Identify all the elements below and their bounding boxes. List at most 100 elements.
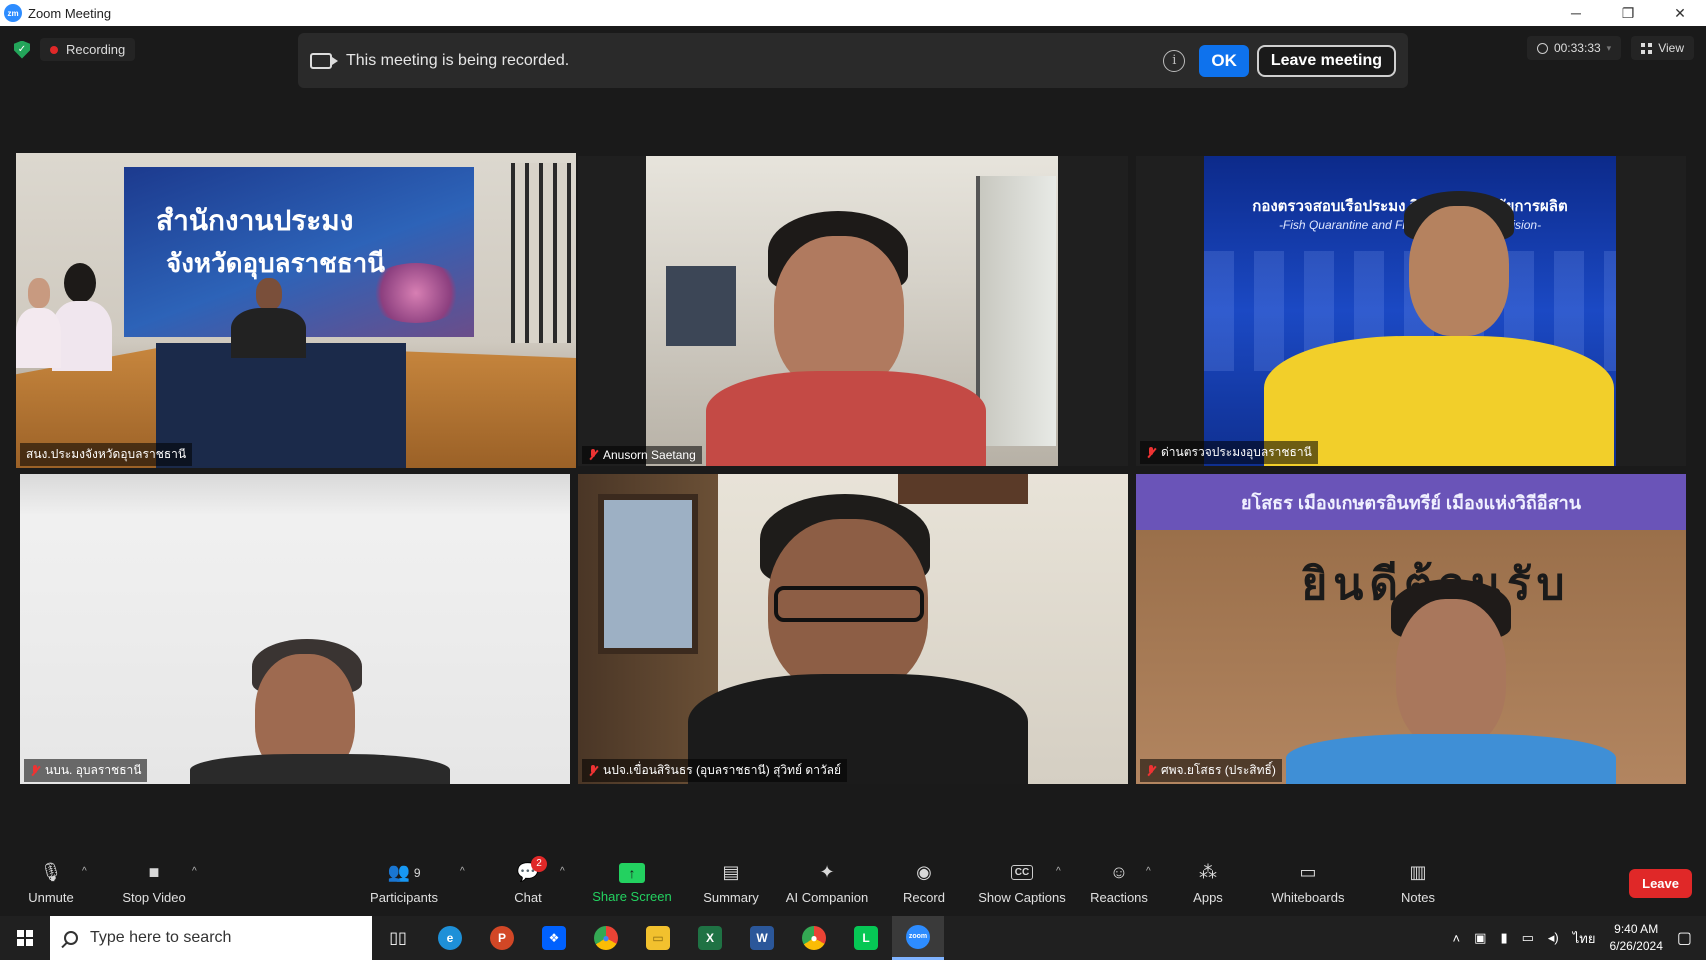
clock-date: 6/26/2024 — [1609, 939, 1663, 953]
participants-icon: 👥 9 — [387, 862, 421, 882]
grid-icon — [1641, 42, 1653, 54]
video-tile[interactable]: ยโสธร เมืองเกษตรอินทรีย์ เมืองแห่งวิถีอี… — [1136, 474, 1686, 784]
recording-notice-text: This meeting is being recorded. — [346, 51, 570, 69]
taskbar-app-dropbox[interactable]: ❖ — [528, 916, 580, 960]
whiteboards-button[interactable]: ▭ Whiteboards — [1266, 850, 1350, 916]
taskbar-app-chrome-profile[interactable]: ● — [788, 916, 840, 960]
video-tile[interactable]: นปจ.เขื่อนสิรินธร (อุบลราชธานี) สุวิทย์ … — [578, 474, 1128, 784]
chrome-icon: ● — [594, 926, 618, 950]
reactions-button[interactable]: ☺ Reactions — [1086, 850, 1152, 916]
speaker-icon[interactable]: ◂) — [1548, 930, 1559, 946]
taskbar-search[interactable]: Type here to search — [50, 916, 372, 960]
participant-name: Anusorn Saetang — [603, 448, 696, 462]
chat-bubble-icon: 💬 2 — [515, 855, 547, 884]
video-options-caret[interactable]: ^ — [192, 866, 197, 877]
task-view-icon: ▯▯ — [389, 930, 407, 947]
ai-companion-button[interactable]: ✦ AI Companion — [780, 850, 874, 916]
microphone-tray-icon[interactable]: ▮ — [1500, 930, 1507, 946]
leave-meeting-button[interactable]: Leave meeting — [1256, 44, 1396, 77]
clock-time: 9:40 AM — [1614, 922, 1659, 936]
muted-microphone-icon — [1146, 764, 1156, 777]
info-icon[interactable]: i — [1163, 49, 1186, 72]
unmute-button[interactable]: 🎙 Unmute — [20, 850, 82, 916]
recording-indicator[interactable]: Recording — [40, 38, 136, 61]
system-tray: ˄ ▣ ▮ ▭ ◂) ไทย 9:40 AM 6/26/2024 ▢ — [1453, 916, 1706, 960]
video-tile[interactable]: Anusorn Saetang — [578, 156, 1128, 466]
leave-button[interactable]: Leave — [1629, 869, 1692, 898]
video-camera-icon: ■ — [148, 862, 160, 882]
taskbar-app-word[interactable]: W — [736, 916, 788, 960]
input-language[interactable]: ไทย — [1573, 928, 1596, 949]
taskbar-app-file-explorer[interactable]: ▭ — [632, 916, 684, 960]
share-screen-label: Share Screen — [592, 888, 672, 904]
recording-notice-banner: This meeting is being recorded. i OK Lea… — [298, 33, 1408, 88]
taskbar-clock[interactable]: 9:40 AM 6/26/2024 — [1609, 921, 1662, 955]
taskbar-app-powerpoint[interactable]: P — [476, 916, 528, 960]
whiteboard-icon: ▭ — [1299, 862, 1317, 882]
muted-microphone-icon — [30, 764, 40, 777]
summary-button[interactable]: ▤ Summary — [698, 850, 764, 916]
summary-label: Summary — [703, 889, 759, 905]
stop-video-button[interactable]: ■ Stop Video — [116, 850, 192, 916]
notes-button[interactable]: ▥ Notes — [1396, 850, 1440, 916]
taskbar-app-edge[interactable]: e — [424, 916, 476, 960]
share-screen-button[interactable]: ↑ Share Screen — [588, 850, 676, 916]
taskbar-app-line[interactable]: L — [840, 916, 892, 960]
line-icon: L — [854, 926, 878, 950]
apps-icon: ⁂ — [1199, 862, 1217, 882]
notifications-icon[interactable]: ▢ — [1677, 928, 1692, 948]
participants-options-caret[interactable]: ^ — [460, 866, 465, 877]
start-button[interactable] — [0, 916, 50, 960]
muted-microphone-icon — [588, 764, 598, 777]
participants-button[interactable]: 👥 9 Participants — [364, 850, 444, 916]
reactions-options-caret[interactable]: ^ — [1146, 866, 1151, 877]
powerpoint-icon: P — [490, 926, 514, 950]
close-button[interactable]: ✕ — [1654, 0, 1706, 26]
office-banner-text: สำนักงานประมง — [156, 204, 354, 237]
windows-taskbar: Type here to search ▯▯ e P ❖ ● ▭ X W ● L… — [0, 916, 1706, 960]
show-captions-button[interactable]: CC Show Captions — [974, 850, 1070, 916]
muted-microphone-icon — [588, 449, 598, 461]
audio-options-caret[interactable]: ^ — [82, 866, 87, 877]
video-tile[interactable]: กองตรวจสอบเรือประมง สินค้า และปัจจัยการผ… — [1136, 156, 1686, 466]
participant-name-label: Anusorn Saetang — [582, 446, 702, 464]
window-controls: ─ ❐ ✕ — [1550, 0, 1706, 26]
task-view-button[interactable]: ▯▯ — [372, 916, 424, 960]
elapsed-time: 00:33:33 — [1553, 41, 1601, 55]
captions-options-caret[interactable]: ^ — [1056, 866, 1061, 877]
ok-button[interactable]: OK — [1199, 44, 1249, 77]
excel-icon: X — [698, 926, 722, 950]
restore-button[interactable]: ❐ — [1602, 0, 1654, 26]
dropbox-icon: ❖ — [542, 926, 566, 950]
minimize-button[interactable]: ─ — [1550, 0, 1602, 26]
apps-button[interactable]: ⁂ Apps — [1188, 850, 1228, 916]
participant-name-label: นบน. อุบลราชธานี — [24, 759, 148, 782]
show-captions-label: Show Captions — [978, 889, 1066, 905]
taskbar-app-chrome[interactable]: ● — [580, 916, 632, 960]
participants-count: 9 — [413, 865, 421, 880]
meeting-toolbar: 🎙 Unmute ^ ■ Stop Video ^ 👥 9 Participant… — [0, 850, 1706, 916]
participant-name: นบน. อุบลราชธานี — [45, 763, 142, 777]
chevron-up-icon[interactable]: ˄ — [1453, 931, 1461, 946]
encryption-shield-icon[interactable]: ✓ — [14, 40, 30, 59]
battery-icon[interactable]: ▭ — [1522, 930, 1534, 946]
video-camera-icon — [310, 52, 338, 69]
chat-button[interactable]: 💬 2 Chat — [506, 850, 550, 916]
taskbar-app-zoom[interactable]: zoom — [892, 916, 944, 960]
camera-tray-icon[interactable]: ▣ — [1474, 930, 1486, 946]
summary-document-icon: ▤ — [722, 862, 740, 882]
participant-name-label: สนง.ประมงจังหวัดอุบลราชธานี — [20, 443, 193, 466]
taskbar-app-excel[interactable]: X — [684, 916, 736, 960]
video-tile[interactable]: สำนักงานประมง จังหวัดอุบลราชธานี สนง.ประ… — [16, 153, 576, 468]
view-button[interactable]: View — [1631, 36, 1694, 60]
stop-video-label: Stop Video — [122, 889, 186, 905]
zoom-logo-icon: zm — [4, 4, 22, 22]
clock-icon — [1536, 42, 1548, 54]
participant-name: นปจ.เขื่อนสิรินธร (อุบลราชธานี) สุวิทย์ … — [603, 763, 842, 777]
chat-options-caret[interactable]: ^ — [560, 866, 565, 877]
meeting-status: ✓ Recording — [14, 38, 136, 61]
video-tile[interactable]: นบน. อุบลราชธานี — [20, 474, 570, 784]
participant-name: ศพจ.ยโสธร (ประสิทธิ์) — [1161, 763, 1276, 777]
meeting-timer[interactable]: 00:33:33 ▾ — [1526, 36, 1622, 60]
record-button[interactable]: ◉ Record — [898, 850, 950, 916]
